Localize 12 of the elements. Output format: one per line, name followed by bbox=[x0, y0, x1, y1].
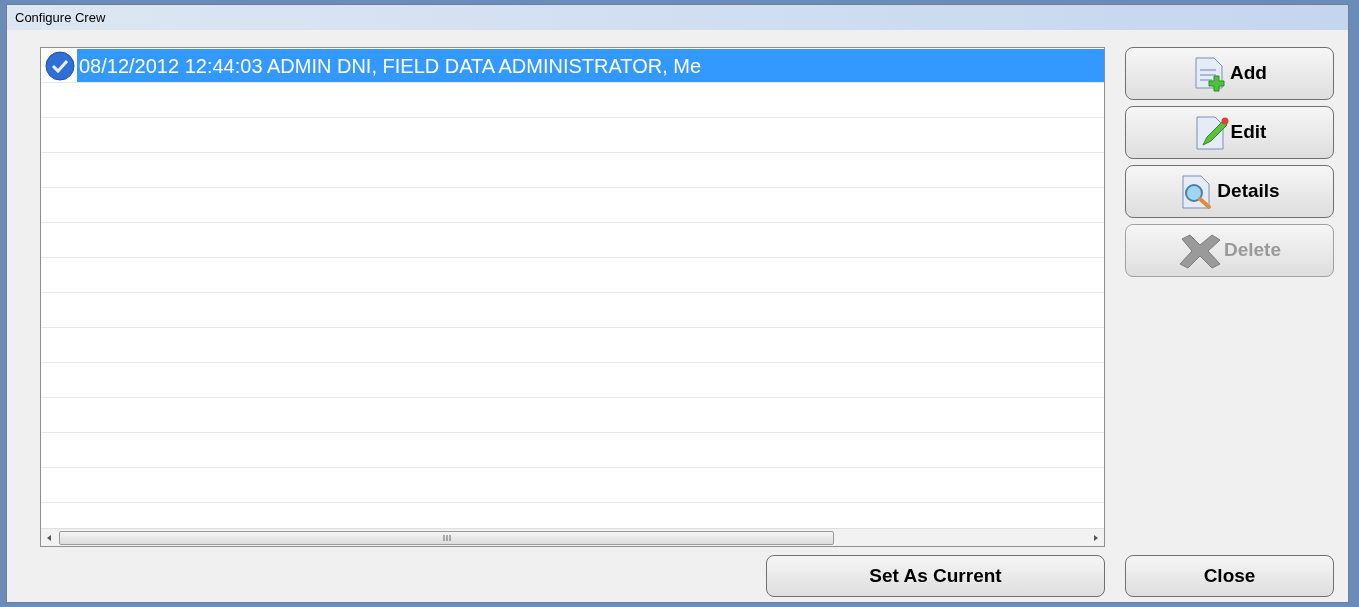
horizontal-scrollbar[interactable] bbox=[41, 528, 1104, 546]
grip-icon bbox=[441, 534, 452, 541]
window-title: Configure Crew bbox=[15, 8, 106, 27]
edit-button[interactable]: Edit bbox=[1125, 106, 1334, 159]
add-button[interactable]: Add bbox=[1125, 47, 1334, 100]
cross-icon bbox=[1178, 232, 1222, 269]
close-button[interactable]: Close bbox=[1125, 555, 1334, 597]
scroll-right-icon[interactable] bbox=[1094, 534, 1098, 541]
scrollbar-thumb[interactable] bbox=[59, 530, 834, 545]
details-button[interactable]: Details bbox=[1125, 165, 1334, 218]
set-as-current-button[interactable]: Set As Current bbox=[766, 555, 1105, 597]
scroll-left-icon[interactable] bbox=[47, 534, 51, 541]
